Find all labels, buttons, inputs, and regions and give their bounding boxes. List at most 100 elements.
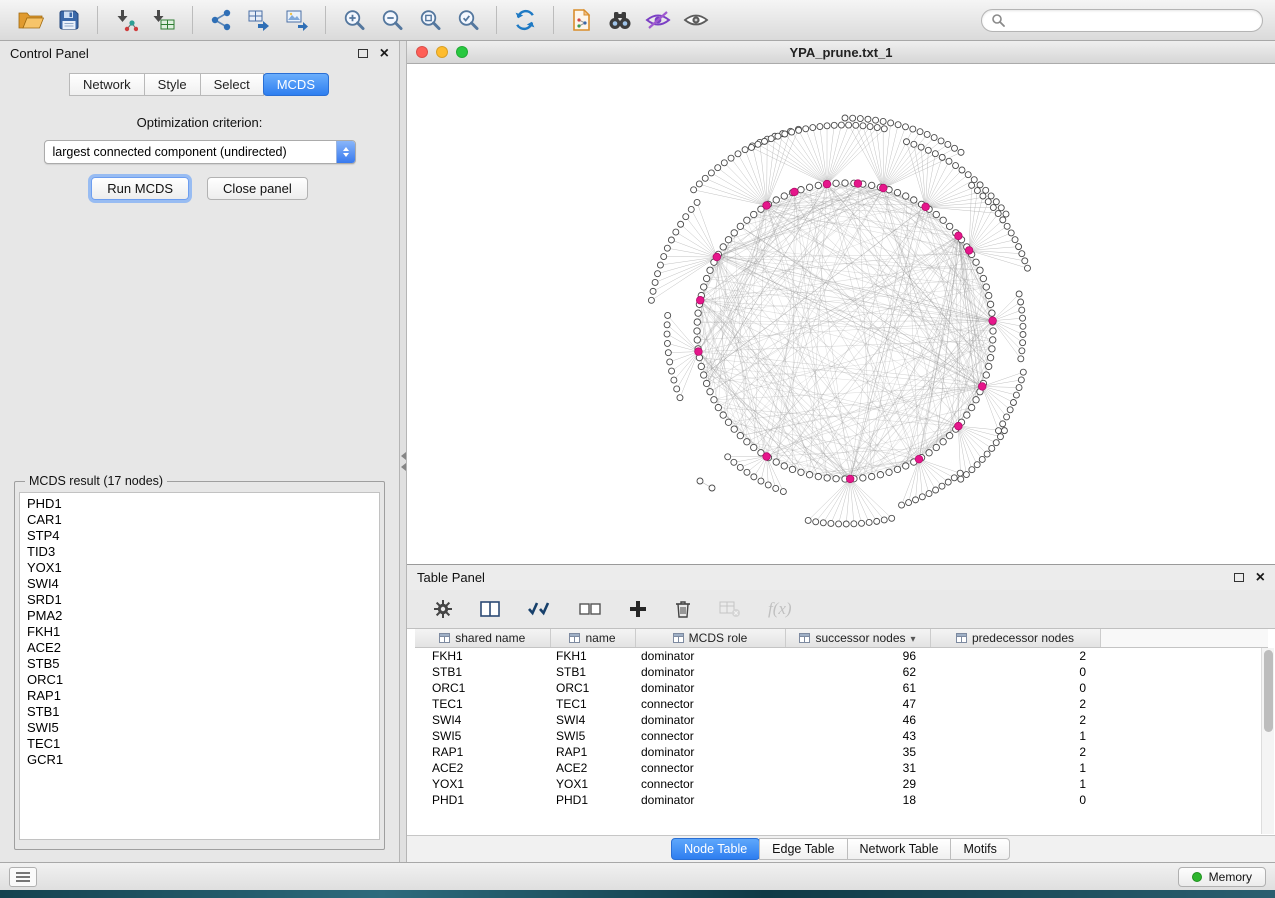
network-node[interactable] bbox=[721, 160, 727, 166]
network-node[interactable] bbox=[919, 494, 925, 500]
network-node[interactable] bbox=[1019, 307, 1025, 313]
network-node[interactable] bbox=[842, 115, 848, 121]
select-all-columns-button[interactable] bbox=[527, 601, 551, 617]
network-node[interactable] bbox=[725, 419, 731, 425]
network-node[interactable] bbox=[1007, 407, 1013, 413]
network-node[interactable] bbox=[1019, 251, 1025, 257]
network-node[interactable] bbox=[988, 193, 994, 199]
run-mcds-button[interactable]: Run MCDS bbox=[91, 177, 189, 200]
network-node[interactable] bbox=[868, 473, 874, 479]
network-node[interactable] bbox=[846, 122, 852, 128]
float-panel-icon[interactable] bbox=[1234, 573, 1244, 582]
network-node[interactable] bbox=[731, 230, 737, 236]
network-node[interactable] bbox=[877, 471, 883, 477]
network-node[interactable] bbox=[650, 288, 656, 294]
network-node[interactable] bbox=[968, 404, 974, 410]
network-node[interactable] bbox=[737, 464, 743, 470]
network-node[interactable] bbox=[932, 151, 938, 157]
network-node[interactable] bbox=[782, 131, 788, 137]
network-node[interactable] bbox=[669, 368, 675, 374]
network-node[interactable] bbox=[1000, 217, 1006, 223]
network-node[interactable] bbox=[748, 144, 754, 150]
network-node[interactable] bbox=[990, 205, 996, 211]
network-node[interactable] bbox=[993, 199, 999, 205]
network-node[interactable] bbox=[1020, 331, 1026, 337]
dominator-node[interactable] bbox=[846, 475, 854, 483]
network-node[interactable] bbox=[860, 475, 866, 481]
table-scrollbar-thumb[interactable] bbox=[1264, 650, 1273, 732]
network-node[interactable] bbox=[979, 456, 985, 462]
network-node[interactable] bbox=[894, 189, 900, 195]
mcds-result-item[interactable]: CAR1 bbox=[27, 512, 372, 528]
network-node[interactable] bbox=[709, 485, 715, 491]
network-node[interactable] bbox=[963, 472, 969, 478]
mcds-result-item[interactable]: GCR1 bbox=[27, 752, 372, 768]
close-panel-icon[interactable]: × bbox=[380, 46, 389, 62]
network-node[interactable] bbox=[995, 211, 1001, 217]
network-node[interactable] bbox=[1022, 258, 1028, 264]
network-node[interactable] bbox=[707, 267, 713, 273]
network-node[interactable] bbox=[1024, 265, 1030, 271]
network-node[interactable] bbox=[1018, 377, 1024, 383]
network-node[interactable] bbox=[987, 354, 993, 360]
network-node[interactable] bbox=[895, 122, 901, 128]
float-panel-icon[interactable] bbox=[358, 49, 368, 58]
network-node[interactable] bbox=[828, 520, 834, 526]
network-node[interactable] bbox=[874, 518, 880, 524]
dominator-node[interactable] bbox=[763, 453, 771, 461]
network-node[interactable] bbox=[728, 155, 734, 161]
network-node[interactable] bbox=[731, 426, 737, 432]
control-panel-tab[interactable]: MCDS bbox=[263, 73, 329, 96]
network-node[interactable] bbox=[969, 467, 975, 473]
network-node[interactable] bbox=[903, 139, 909, 145]
network-node[interactable] bbox=[980, 193, 986, 199]
network-node[interactable] bbox=[720, 244, 726, 250]
network-node[interactable] bbox=[974, 188, 980, 194]
network-node[interactable] bbox=[983, 284, 989, 290]
network-node[interactable] bbox=[664, 322, 670, 328]
network-node[interactable] bbox=[958, 149, 964, 155]
network-node[interactable] bbox=[781, 193, 787, 199]
table-row[interactable]: TEC1 TEC1 connector 47 2 bbox=[415, 696, 1268, 712]
network-node[interactable] bbox=[933, 487, 939, 493]
network-node[interactable] bbox=[833, 476, 839, 482]
dominator-node[interactable] bbox=[978, 383, 986, 391]
network-node[interactable] bbox=[1018, 299, 1024, 305]
network-node[interactable] bbox=[781, 463, 787, 469]
network-node[interactable] bbox=[985, 292, 991, 298]
network-node[interactable] bbox=[998, 205, 1004, 211]
network-node[interactable] bbox=[867, 124, 873, 130]
network-node[interactable] bbox=[1016, 385, 1022, 391]
import-network-button[interactable] bbox=[107, 4, 145, 36]
network-node[interactable] bbox=[1018, 356, 1024, 362]
column-header-mcds-role[interactable]: MCDS role bbox=[635, 629, 785, 647]
close-panel-icon[interactable]: × bbox=[1256, 570, 1265, 586]
dominator-node[interactable] bbox=[955, 422, 963, 430]
network-node[interactable] bbox=[673, 229, 679, 235]
zoom-fit-button[interactable] bbox=[411, 4, 449, 36]
dominator-node[interactable] bbox=[880, 184, 888, 192]
mcds-result-item[interactable]: RAP1 bbox=[27, 688, 372, 704]
network-node[interactable] bbox=[843, 521, 849, 527]
network-node[interactable] bbox=[873, 117, 879, 123]
network-node[interactable] bbox=[715, 404, 721, 410]
network-node[interactable] bbox=[868, 182, 874, 188]
network-node[interactable] bbox=[1020, 340, 1026, 346]
network-node[interactable] bbox=[751, 444, 757, 450]
network-node[interactable] bbox=[939, 483, 945, 489]
column-header-successor-nodes[interactable]: successor nodes▾ bbox=[785, 629, 930, 647]
table-panel-tab[interactable]: Network Table bbox=[847, 838, 952, 860]
network-node[interactable] bbox=[1020, 323, 1026, 329]
network-node[interactable] bbox=[725, 237, 731, 243]
network-node[interactable] bbox=[958, 476, 964, 482]
network-node[interactable] bbox=[1020, 369, 1026, 375]
network-node[interactable] bbox=[674, 386, 680, 392]
table-scrollbar[interactable] bbox=[1261, 648, 1274, 834]
network-node[interactable] bbox=[744, 469, 750, 475]
network-node[interactable] bbox=[798, 469, 804, 475]
network-node[interactable] bbox=[697, 478, 703, 484]
refresh-view-button[interactable] bbox=[506, 4, 544, 36]
network-node[interactable] bbox=[655, 271, 661, 277]
network-node[interactable] bbox=[842, 180, 848, 186]
table-row[interactable]: ORC1 ORC1 dominator 61 0 bbox=[415, 680, 1268, 696]
